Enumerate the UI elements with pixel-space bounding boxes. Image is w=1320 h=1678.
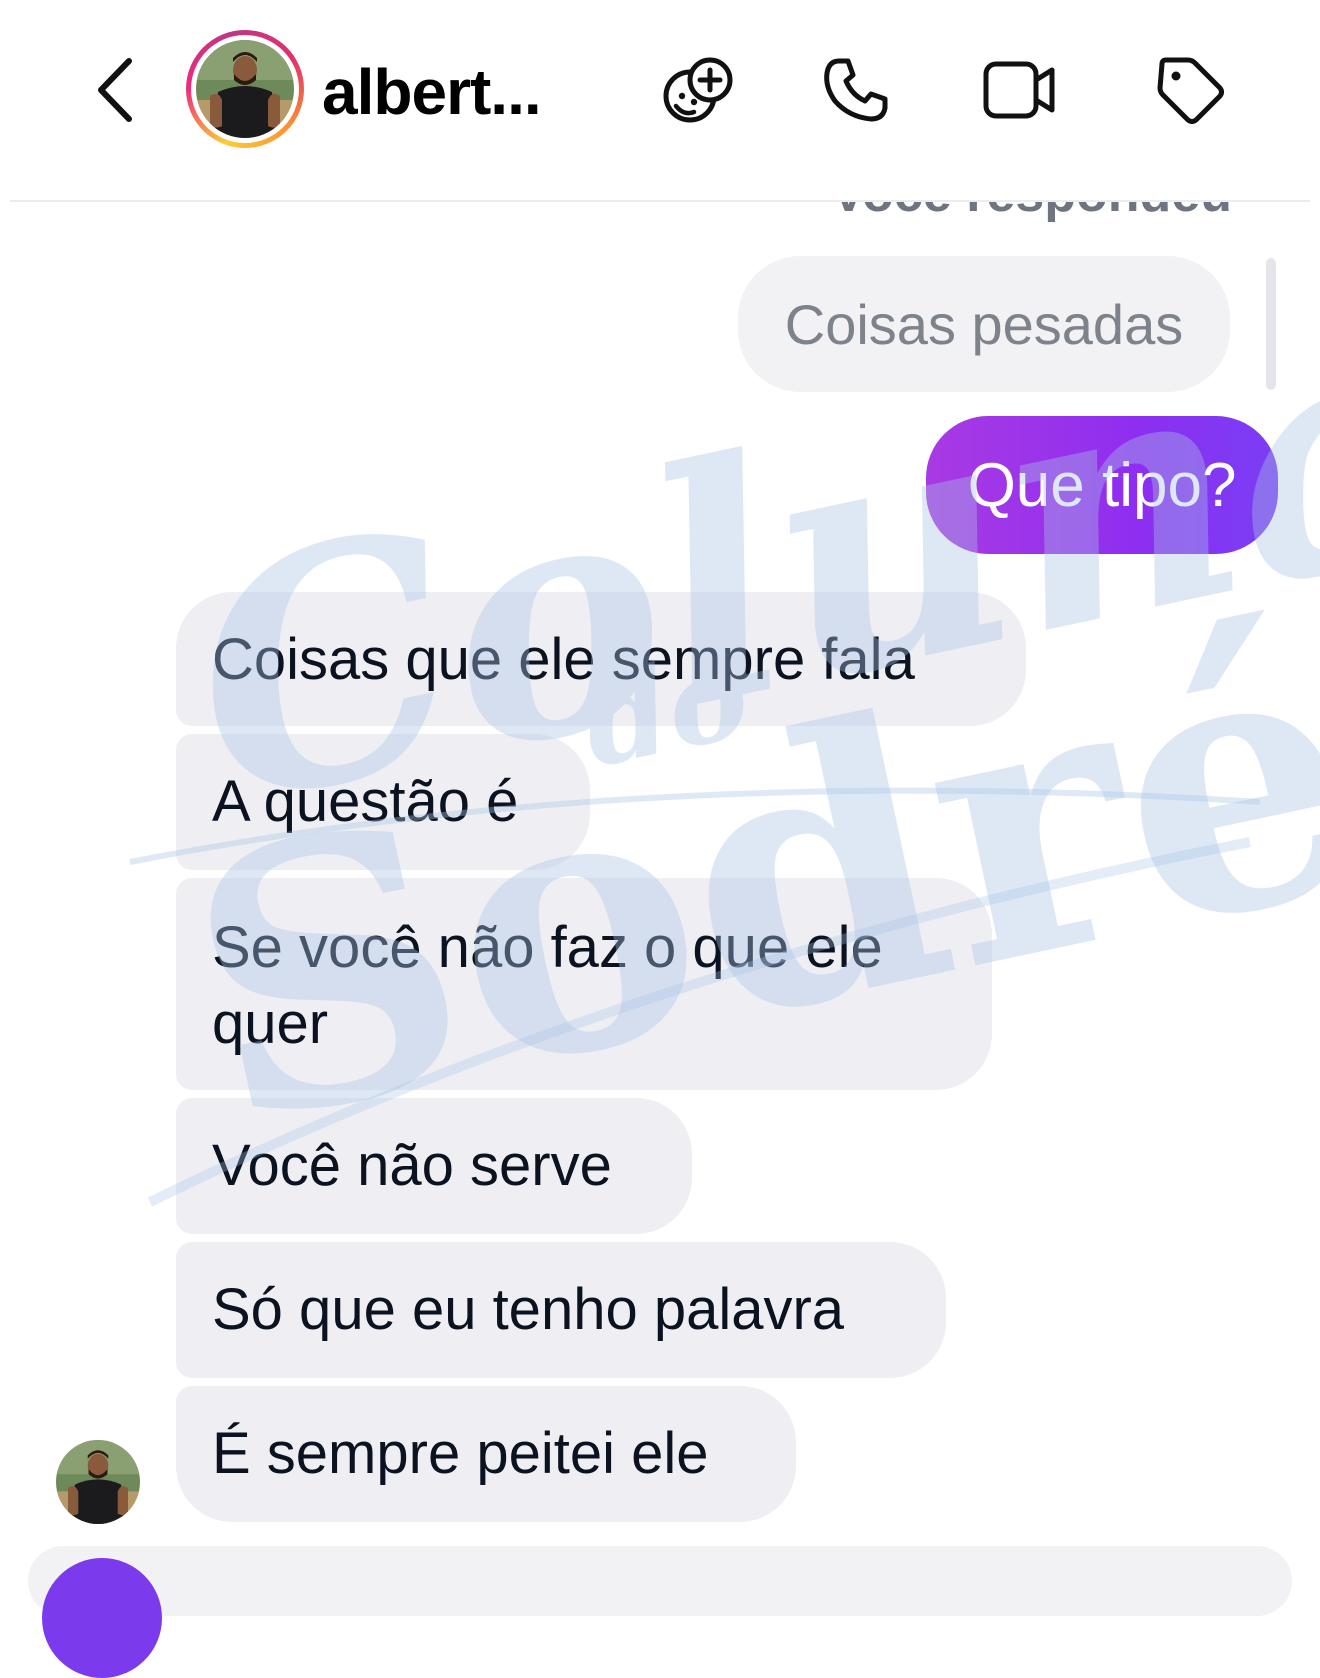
received-message-bubble[interactable]: Só que eu tenho palavra: [176, 1242, 946, 1378]
replied-message-bubble[interactable]: Coisas pesadas: [738, 256, 1230, 392]
effects-sticker-icon: [663, 57, 733, 123]
profile-avatar[interactable]: [186, 30, 304, 148]
tag-button[interactable]: [1148, 50, 1232, 130]
chat-username[interactable]: albert...: [322, 52, 542, 132]
chevron-left-icon: [98, 58, 132, 122]
video-call-button[interactable]: [978, 50, 1062, 130]
tag-icon: [1157, 57, 1224, 124]
reply-indicator-bar: [1266, 258, 1276, 390]
effects-button[interactable]: [656, 50, 740, 130]
received-message-bubble[interactable]: A questão é: [176, 734, 590, 870]
received-message-bubble[interactable]: É sempre peitei ele: [176, 1386, 796, 1522]
received-message-bubble[interactable]: Coisas que ele sempre fala: [176, 592, 1026, 726]
sent-message-bubble[interactable]: Que tipo?: [926, 416, 1278, 554]
chat-header: albert...: [0, 0, 1320, 200]
received-message-bubble[interactable]: Se você não faz o que ele quer: [176, 878, 992, 1090]
sender-avatar[interactable]: [56, 1440, 140, 1524]
replied-label: Você respondeu: [831, 202, 1232, 224]
message-composer[interactable]: [28, 1546, 1292, 1616]
header-divider: [10, 200, 1310, 202]
avatar-photo: [196, 40, 294, 138]
camera-button[interactable]: [42, 1558, 162, 1678]
video-camera-icon: [983, 61, 1055, 119]
phone-icon: [824, 58, 888, 122]
back-button[interactable]: [82, 52, 148, 128]
message-thread[interactable]: Você respondeu Coisas pesadas Que tipo? …: [0, 202, 1320, 1577]
received-message-bubble[interactable]: Você não serve: [176, 1098, 692, 1234]
voice-call-button[interactable]: [814, 50, 898, 130]
